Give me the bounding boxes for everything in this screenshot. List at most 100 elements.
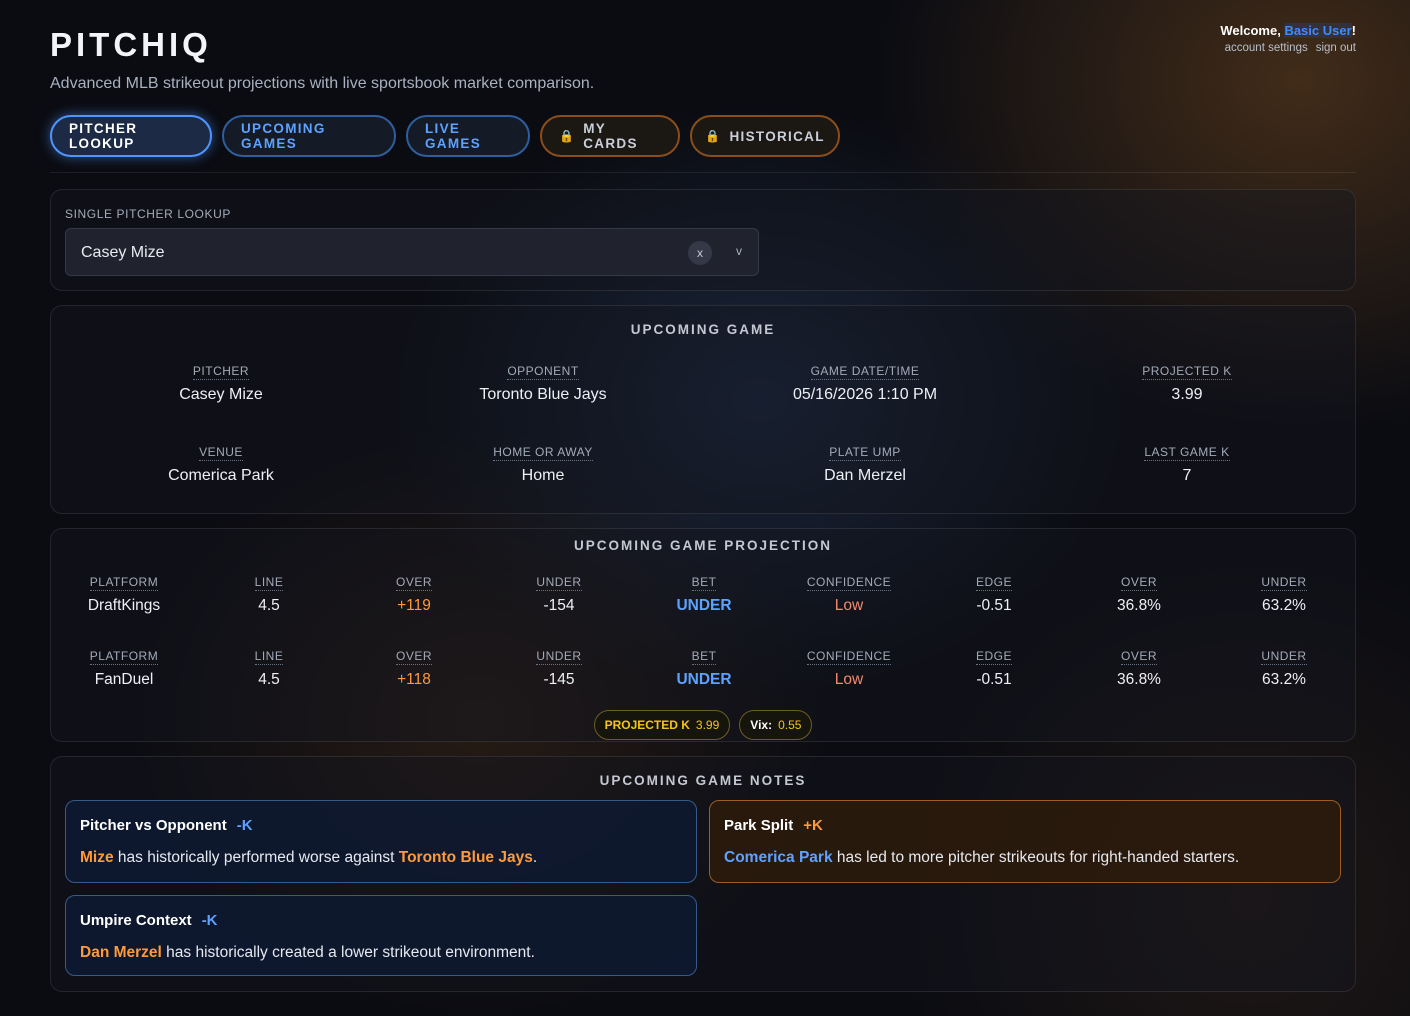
- note-body: Dan Merzel has historically created a lo…: [80, 944, 535, 962]
- proj-header: CONFIDENCE: [806, 649, 892, 665]
- note-indicator: -K: [201, 912, 218, 929]
- proj-header: UNDER: [536, 575, 582, 591]
- note-highlight: Dan Merzel: [80, 944, 162, 961]
- field-value: 05/16/2026 1:10 PM: [792, 386, 938, 403]
- field-value: Comerica Park: [168, 467, 274, 484]
- proj-value: FanDuel: [94, 671, 154, 688]
- welcome-text: Welcome, Basic User!: [1217, 23, 1356, 38]
- note-title-text: Pitcher vs Opponent: [80, 817, 227, 834]
- welcome-prefix: Welcome,: [1220, 23, 1285, 38]
- field-pitcher: PITCHER Casey Mize: [101, 362, 341, 404]
- field-opponent: OPPONENT Toronto Blue Jays: [423, 362, 663, 404]
- pitcher-select-value: Casey Mize: [81, 244, 165, 261]
- note-umpire-context: Umpire Context -K Dan Merzel has historic…: [65, 895, 697, 976]
- note-park-split: Park Split +K Comerica Park has led to mo…: [709, 800, 1341, 883]
- lookup-label: SINGLE PITCHER LOOKUP: [65, 207, 231, 221]
- proj-cell-platform: PLATFORM FanDuel: [64, 647, 184, 689]
- proj-value: UNDER: [676, 671, 732, 688]
- field-label: PITCHER: [192, 364, 250, 380]
- brand-logo: PITCHIQ: [50, 26, 212, 63]
- field-projected-k: PROJECTED K 3.99: [1067, 362, 1307, 404]
- field-label: PLATE UMP: [829, 445, 901, 461]
- proj-cell-under-pct: UNDER 63.2%: [1224, 647, 1344, 689]
- tagline: Advanced MLB strikeout projections with …: [50, 75, 595, 92]
- note-title-text: Umpire Context: [80, 912, 192, 929]
- proj-value: 63.2%: [1262, 597, 1306, 614]
- note-highlight: Mize: [80, 849, 114, 866]
- proj-value: 4.5: [258, 671, 280, 688]
- proj-value: Low: [834, 671, 864, 688]
- field-label: LAST GAME K: [1144, 445, 1230, 461]
- lock-icon: 🔒: [559, 129, 576, 143]
- section-title: UPCOMING GAME: [630, 322, 776, 337]
- field-value: Toronto Blue Jays: [479, 386, 607, 403]
- tab-pitcher-lookup[interactable]: PITCHER LOOKUP: [50, 115, 212, 157]
- proj-cell-over-pct: OVER 36.8%: [1079, 647, 1199, 689]
- proj-header: PLATFORM: [89, 649, 159, 665]
- lock-icon: 🔒: [705, 129, 722, 143]
- proj-value: 36.8%: [1117, 597, 1161, 614]
- badge-label: PROJECTED K: [604, 718, 690, 732]
- tab-upcoming-games[interactable]: UPCOMING GAMES: [222, 115, 396, 157]
- proj-cell-under-odds: UNDER -145: [499, 647, 619, 689]
- tab-live-games[interactable]: LIVE GAMES: [406, 115, 530, 157]
- pitcher-lookup-panel: SINGLE PITCHER LOOKUP Casey Mize x v: [50, 189, 1356, 291]
- proj-cell-edge: EDGE -0.51: [934, 647, 1054, 689]
- note-highlight: Toronto Blue Jays: [398, 849, 533, 866]
- proj-cell-line: LINE 4.5: [209, 573, 329, 615]
- tab-label: PITCHER LOOKUP: [69, 121, 138, 151]
- pitcher-select[interactable]: Casey Mize x v: [65, 228, 759, 276]
- proj-cell-over-pct: OVER 36.8%: [1079, 573, 1199, 615]
- note-text: .: [532, 849, 538, 866]
- field-label: OPPONENT: [507, 364, 579, 380]
- vix-badge: Vix: 0.55: [739, 710, 813, 740]
- proj-cell-confidence: CONFIDENCE Low: [789, 573, 909, 615]
- tab-label: HISTORICAL: [729, 128, 825, 144]
- proj-header: EDGE: [975, 575, 1012, 591]
- proj-header: OVER: [395, 649, 432, 665]
- proj-cell-platform: PLATFORM DraftKings: [64, 573, 184, 615]
- proj-header: LINE: [254, 649, 284, 665]
- proj-value: -0.51: [976, 597, 1012, 614]
- note-title: Park Split +K: [724, 817, 823, 834]
- upcoming-game-panel: UPCOMING GAME PITCHER Casey Mize OPPONENT…: [50, 305, 1356, 514]
- proj-cell-under-odds: UNDER -154: [499, 573, 619, 615]
- user-links: account settings sign out: [1217, 42, 1356, 54]
- proj-value: -145: [543, 671, 575, 688]
- field-game-datetime: GAME DATE/TIME 05/16/2026 1:10 PM: [745, 362, 985, 404]
- account-settings-link[interactable]: account settings: [1225, 42, 1308, 54]
- field-plate-ump: PLATE UMP Dan Merzel: [745, 443, 985, 485]
- tab-label: MY CARDS: [583, 121, 638, 151]
- proj-value: 63.2%: [1262, 671, 1306, 688]
- field-value: Dan Merzel: [824, 467, 906, 484]
- chevron-down-icon[interactable]: v: [736, 244, 742, 258]
- header-divider: [50, 172, 1356, 173]
- clear-icon[interactable]: x: [688, 241, 712, 265]
- username[interactable]: Basic User: [1284, 23, 1352, 38]
- note-title: Umpire Context -K: [80, 912, 218, 929]
- proj-cell-over-odds: OVER +119: [354, 573, 474, 615]
- note-text: has historically created a lower strikeo…: [161, 944, 535, 961]
- proj-header: BET: [691, 575, 717, 591]
- proj-header: UNDER: [1261, 575, 1307, 591]
- field-last-game-k: LAST GAME K 7: [1067, 443, 1307, 485]
- field-home-away: HOME OR AWAY Home: [423, 443, 663, 485]
- proj-header: OVER: [1120, 575, 1157, 591]
- proj-value: 36.8%: [1117, 671, 1161, 688]
- note-highlight: Comerica Park: [724, 849, 833, 866]
- tab-my-cards[interactable]: 🔒 MY CARDS: [540, 115, 680, 157]
- tab-historical[interactable]: 🔒 HISTORICAL: [690, 115, 840, 157]
- proj-header: PLATFORM: [89, 575, 159, 591]
- proj-value: DraftKings: [87, 597, 161, 614]
- section-title: UPCOMING GAME PROJECTION: [573, 538, 832, 553]
- projection-panel: UPCOMING GAME PROJECTION PLATFORM DraftKi…: [50, 528, 1356, 742]
- note-indicator: +K: [803, 817, 823, 834]
- note-text: has led to more pitcher strikeouts for r…: [832, 849, 1240, 866]
- field-value: Casey Mize: [179, 386, 263, 403]
- field-label: GAME DATE/TIME: [810, 364, 920, 380]
- note-body: Comerica Park has led to more pitcher st…: [724, 849, 1239, 867]
- note-indicator: -K: [236, 817, 253, 834]
- proj-cell-edge: EDGE -0.51: [934, 573, 1054, 615]
- sign-out-link[interactable]: sign out: [1316, 42, 1356, 54]
- proj-value: 4.5: [258, 597, 280, 614]
